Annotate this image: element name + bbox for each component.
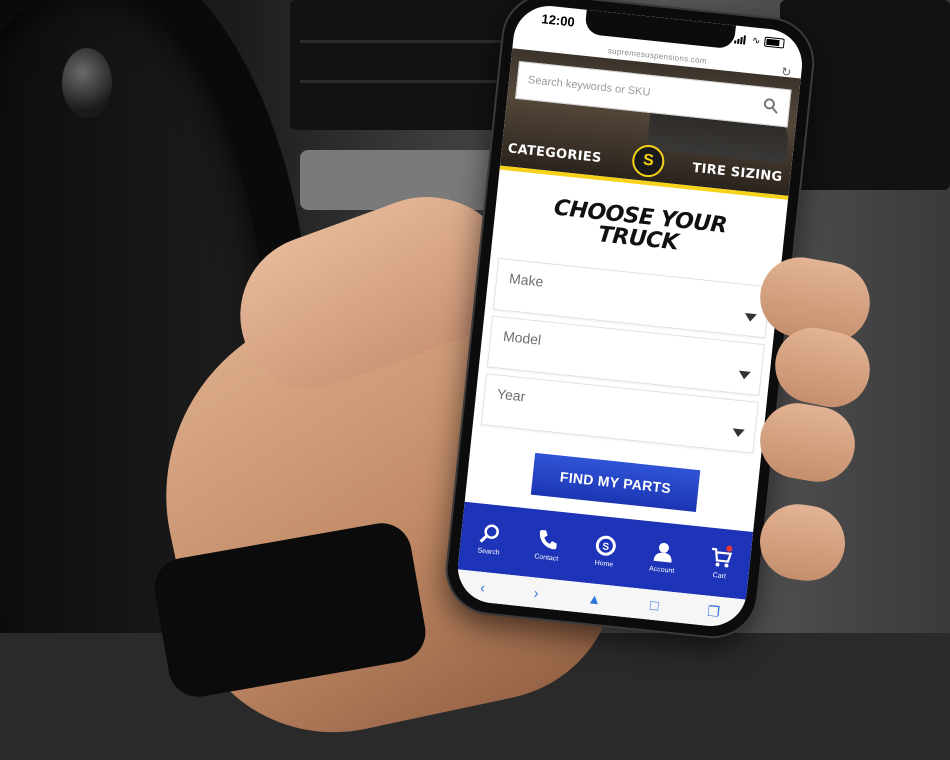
search-input[interactable] bbox=[516, 62, 757, 121]
model-label: Model bbox=[502, 327, 542, 348]
bottom-nav-home[interactable]: S Home bbox=[579, 532, 632, 570]
bottom-nav-label: Home bbox=[594, 559, 614, 569]
phone-screen: 12:00 ∿ supremesuspensions.com ↻ CATEGOR… bbox=[454, 2, 806, 630]
bottom-nav-contact[interactable]: Contact bbox=[521, 526, 574, 564]
user-icon bbox=[653, 542, 672, 563]
vent-slat bbox=[300, 80, 530, 83]
make-label: Make bbox=[508, 270, 545, 290]
nav-categories[interactable]: CATEGORIES bbox=[507, 141, 602, 166]
vent-slat bbox=[300, 40, 530, 43]
page-title: CHOOSE YOUR TRUCK bbox=[493, 191, 786, 265]
cart-badge bbox=[725, 544, 733, 552]
bottom-nav-search[interactable]: Search bbox=[463, 520, 516, 558]
nav-tire-sizing[interactable]: TIRE SIZING bbox=[692, 161, 784, 185]
logo-letter: S bbox=[642, 151, 655, 170]
bottom-nav-label: Cart bbox=[712, 571, 727, 580]
chevron-down-icon bbox=[744, 312, 757, 323]
status-time: 12:00 bbox=[540, 11, 576, 30]
bottom-nav-account[interactable]: Account bbox=[636, 538, 689, 576]
bottom-nav-cart[interactable]: Cart bbox=[694, 544, 747, 582]
chevron-down-icon bbox=[738, 370, 751, 380]
dash-knob bbox=[62, 48, 112, 118]
bottom-nav-label: Search bbox=[477, 546, 501, 557]
find-my-parts-button[interactable]: FIND MY PARTS bbox=[530, 452, 701, 512]
tabs-icon[interactable]: ❐ bbox=[707, 602, 721, 620]
status-icons: ∿ bbox=[733, 33, 785, 49]
share-icon[interactable]: ▲ bbox=[587, 590, 602, 607]
search-icon[interactable] bbox=[762, 97, 780, 115]
search-icon bbox=[479, 523, 499, 543]
bookmarks-icon[interactable]: □ bbox=[649, 597, 659, 614]
battery-icon bbox=[763, 36, 785, 49]
back-icon[interactable]: ‹ bbox=[480, 579, 486, 595]
signal-icon bbox=[733, 34, 749, 44]
year-label: Year bbox=[496, 385, 527, 405]
phone-icon bbox=[539, 529, 557, 549]
chevron-down-icon bbox=[731, 428, 745, 438]
bottom-nav-label: Contact bbox=[533, 552, 559, 563]
brand-logo[interactable]: S bbox=[630, 143, 666, 179]
forward-icon[interactable]: › bbox=[533, 585, 539, 601]
bottom-nav-label: Account bbox=[648, 564, 675, 575]
logo-icon: S bbox=[595, 535, 616, 556]
wifi-icon: ∿ bbox=[751, 34, 762, 47]
